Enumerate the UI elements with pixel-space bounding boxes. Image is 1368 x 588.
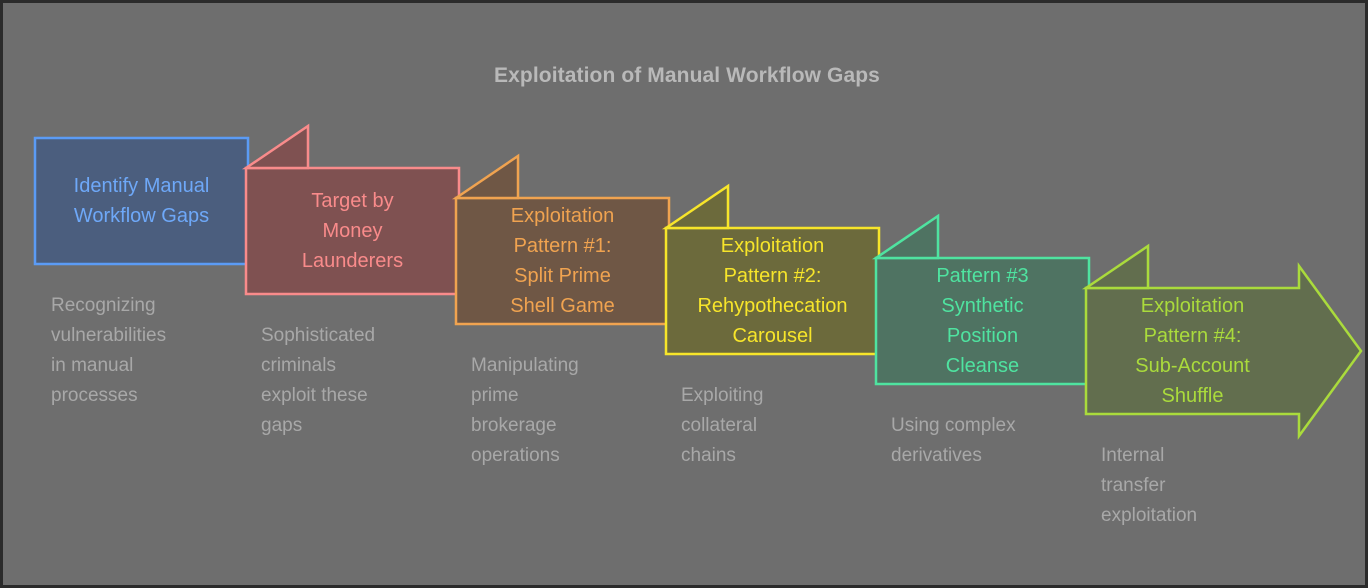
- stage-caption-identify-manual-workflow-gaps: Recognizing vulnerabilities in manual pr…: [51, 295, 167, 406]
- stage-shape-exploitation-pattern-1-split-prime-shell-game: [451, 153, 671, 326]
- stage-body-exploitation-pattern-1-split-prime-shell-game: [454, 196, 671, 326]
- stage-shape-exploitation-pattern-2-rehypothecation-carousel: [661, 183, 881, 356]
- stage-pattern-3-synthetic-position-cleanse[interactable]: Pattern #3 Synthetic Position Cleanse: [871, 213, 1091, 386]
- stage-exploitation-pattern-4-sub-account-shuffle[interactable]: Exploitation Pattern #4: Sub-Account Shu…: [1081, 243, 1363, 440]
- stage-exploitation-pattern-1-split-prime-shell-game[interactable]: Exploitation Pattern #1: Split Prime She…: [451, 153, 671, 326]
- stage-tab-exploitation-pattern-4-sub-account-shuffle: [1081, 243, 1150, 290]
- stage-identify-manual-workflow-gaps[interactable]: Identify Manual Workflow Gaps: [33, 94, 250, 266]
- diagram-canvas: Exploitation of Manual Workflow Gaps Ide…: [0, 0, 1368, 588]
- stage-tab-target-by-money-launderers: [241, 123, 310, 170]
- stage-shape-target-by-money-launderers: [241, 123, 461, 296]
- stage-body-exploitation-pattern-2-rehypothecation-carousel: [664, 226, 881, 356]
- stage-caption-target-by-money-launderers: Sophisticated criminals exploit these ga…: [261, 325, 376, 436]
- stage-tab-exploitation-pattern-2-rehypothecation-carousel: [661, 183, 730, 230]
- stage-body-pattern-3-synthetic-position-cleanse: [874, 256, 1091, 386]
- stage-shape-pattern-3-synthetic-position-cleanse: [871, 213, 1091, 386]
- stage-caption-pattern-3-synthetic-position-cleanse: Using complex derivatives: [891, 415, 1016, 466]
- page-title: Exploitation of Manual Workflow Gaps: [494, 64, 880, 87]
- stage-body-identify-manual-workflow-gaps: [33, 136, 250, 266]
- stage-tab-exploitation-pattern-1-split-prime-shell-game: [451, 153, 520, 200]
- stage-caption-exploitation-pattern-2-rehypothecation-carousel: Exploiting collateral chains: [681, 385, 764, 466]
- stage-caption-exploitation-pattern-1-split-prime-shell-game: Manipulating prime brokerage operations: [471, 355, 579, 466]
- stage-shape-exploitation-pattern-4-sub-account-shuffle: [1081, 243, 1363, 440]
- stage-tab-pattern-3-synthetic-position-cleanse: [871, 213, 940, 260]
- stage-target-by-money-launderers[interactable]: Target by Money Launderers: [241, 123, 461, 296]
- stage-body-exploitation-pattern-4-sub-account-shuffle: [1084, 262, 1363, 440]
- stage-body-target-by-money-launderers: [244, 166, 461, 296]
- stage-caption-exploitation-pattern-4-sub-account-shuffle: Internal transfer exploitation: [1101, 445, 1198, 526]
- stage-exploitation-pattern-2-rehypothecation-carousel[interactable]: Exploitation Pattern #2: Rehypothecation…: [661, 183, 881, 356]
- stage-shape-identify-manual-workflow-gaps: [33, 136, 250, 266]
